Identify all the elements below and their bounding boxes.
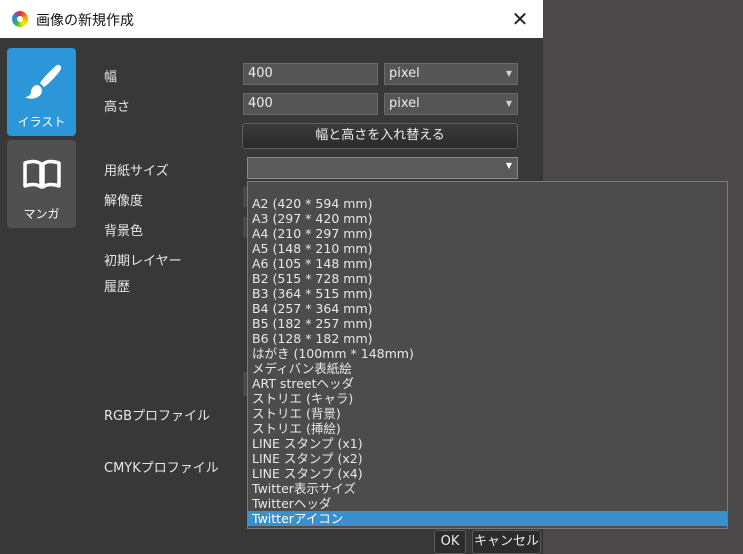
resolution-label: 解像度 [104,194,144,209]
initial-layer-label: 初期レイヤー [104,254,182,269]
cmyk-profile-label: CMYKプロファイル [104,461,219,476]
dropdown-item[interactable]: ストリエ (キャラ) [248,391,727,406]
paper-size-label: 用紙サイズ [104,164,169,179]
dropdown-item[interactable]: Twitterアイコン [248,511,727,526]
height-unit-select[interactable]: pixel ▼ [384,93,518,115]
paper-size-select[interactable]: ▼ [247,157,518,179]
dropdown-item[interactable]: A4 (210 * 297 mm) [248,226,727,241]
brush-icon [25,64,62,99]
dropdown-item[interactable]: B2 (515 * 728 mm) [248,271,727,286]
dropdown-item[interactable]: はがき (100mm * 148mm) [248,346,727,361]
height-label: 高さ [104,100,131,115]
close-icon: ✕ [511,7,529,31]
rgb-profile-label: RGBプロファイル [104,409,211,424]
dropdown-item[interactable]: A6 (105 * 148 mm) [248,256,727,271]
dropdown-item[interactable]: ART streetヘッダ [248,376,727,391]
book-icon [23,159,61,189]
tab-illust[interactable]: イラスト [7,48,76,136]
width-unit-select[interactable]: pixel ▼ [384,63,518,85]
ok-button[interactable]: OK [434,530,466,554]
dropdown-item[interactable]: ストリエ (背景) [248,406,727,421]
cancel-button[interactable]: キャンセル [472,530,541,554]
height-input[interactable]: 400 [243,93,378,115]
tab-manga[interactable]: マンガ [7,140,76,228]
dropdown-item[interactable]: A2 (420 * 594 mm) [248,196,727,211]
dropdown-item[interactable]: B5 (182 * 257 mm) [248,316,727,331]
dropdown-item[interactable]: ストリエ (挿絵) [248,421,727,436]
paper-size-dropdown-list[interactable]: A2 (420 * 594 mm) A3 (297 * 420 mm) A4 (21… [247,181,728,529]
width-input[interactable]: 400 [243,63,378,85]
dropdown-item[interactable]: LINE スタンプ (x4) [248,466,727,481]
dialog-title: 画像の新規作成 [36,13,134,29]
chevron-down-icon: ▼ [505,69,512,78]
chevron-down-icon: ▼ [505,161,512,170]
dropdown-item[interactable]: A3 (297 * 420 mm) [248,211,727,226]
chevron-down-icon: ▼ [505,99,512,108]
dropdown-item[interactable]: B3 (364 * 515 mm) [248,286,727,301]
dropdown-item[interactable]: Twitter表示サイズ [248,481,727,496]
dropdown-item[interactable]: メディバン表紙絵 [248,361,727,376]
dropdown-item[interactable]: B4 (257 * 364 mm) [248,301,727,316]
tab-illust-label: イラスト [17,115,66,129]
width-label: 幅 [104,70,118,85]
app-logo-icon [12,11,28,27]
history-label: 履歴 [104,280,131,295]
dropdown-item[interactable]: LINE スタンプ (x2) [248,451,727,466]
title-bar: 画像の新規作成 ✕ [0,0,543,38]
dropdown-item[interactable]: Twitterヘッダ [248,496,727,511]
width-unit-value: pixel [389,66,420,81]
dropdown-item[interactable]: A5 (148 * 210 mm) [248,241,727,256]
dropdown-item[interactable]: B6 (128 * 182 mm) [248,331,727,346]
background-color-label: 背景色 [104,224,144,239]
height-unit-value: pixel [389,96,420,111]
close-button[interactable]: ✕ [497,0,543,38]
swap-dimensions-button[interactable]: 幅と高さを入れ替える [242,123,518,149]
dropdown-item[interactable]: LINE スタンプ (x1) [248,436,727,451]
tab-manga-label: マンガ [23,207,60,221]
